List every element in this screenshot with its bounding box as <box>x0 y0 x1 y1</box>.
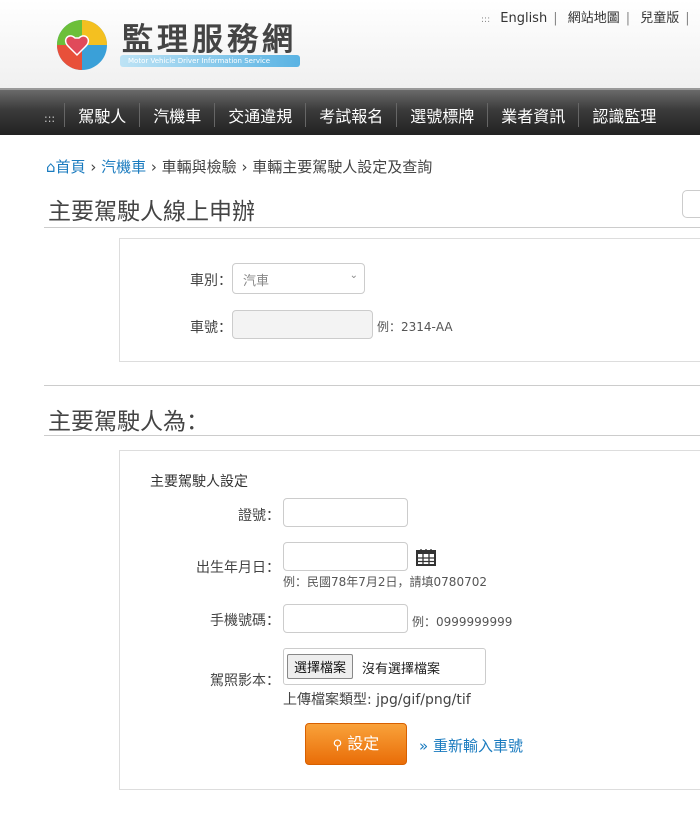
reenter-plate-link[interactable]: » 重新輸入車號 <box>419 735 523 756</box>
choose-file-button[interactable]: 選擇檔案 <box>287 654 354 679</box>
print-button[interactable] <box>682 190 700 218</box>
link-english[interactable]: English <box>500 11 547 26</box>
chevron-down-icon: ⌄ <box>349 270 358 281</box>
nav-item-vehicle[interactable]: 汽機車 <box>139 103 214 127</box>
breadcrumb-inspection: 車輛與檢驗 <box>161 158 237 176</box>
form-subtitle: 主要駕駛人設定 <box>150 474 248 490</box>
logo-text[interactable]: 監理服務網 <box>122 14 297 59</box>
divider <box>44 385 700 386</box>
file-hint: 上傳檔案類型: jpg/gif/png/tif <box>283 692 471 708</box>
dob-hint: 例：民國78年7月2日，請填0780702 <box>283 575 487 589</box>
page-title: 主要駕駛人線上申辦 <box>48 199 255 225</box>
phone-input[interactable] <box>283 604 408 633</box>
submit-label: 設定 <box>347 734 380 753</box>
vehicle-type-label: 車別： <box>190 273 232 289</box>
nav-item-exam[interactable]: 考試報名 <box>305 103 396 127</box>
search-icon: ⚲ <box>332 738 343 753</box>
vehicle-type-value: 汽車 <box>243 274 270 289</box>
submit-button[interactable]: ⚲ 設定 <box>305 723 407 765</box>
dob-label: 出生年月日： <box>196 560 280 576</box>
divider <box>44 435 700 436</box>
phone-label: 手機號碼： <box>210 613 280 629</box>
link-kids[interactable]: 兒童版 <box>640 11 679 26</box>
vehicle-form: 車別： 汽車 ⌄ 車號： 例：2314-AA <box>119 238 700 362</box>
breadcrumb-current: 車輛主要駕駛人設定及查詢 <box>252 158 433 176</box>
section-title: 主要駕駛人為： <box>48 409 209 435</box>
link-sitemap[interactable]: 網站地圖 <box>568 11 620 26</box>
file-input[interactable]: 選擇檔案 沒有選擇檔案 <box>283 648 486 685</box>
logo-subtitle: Motor Vehicle Driver Information Service <box>120 55 300 67</box>
phone-hint: 例：0999999999 <box>412 615 513 629</box>
nav-item-plates[interactable]: 選號標牌 <box>396 103 487 127</box>
main-nav: ::: 駕駛人 汽機車 交通違規 考試報名 選號標牌 業者資訊 認識監理 <box>0 88 700 135</box>
nav-item-about[interactable]: 認識監理 <box>578 103 669 127</box>
breadcrumb-vehicle[interactable]: 汽機車 <box>101 158 146 176</box>
calendar-icon[interactable] <box>416 548 436 566</box>
breadcrumb-home[interactable]: 首頁 <box>56 158 86 176</box>
nav-item-traffic[interactable]: 交通違規 <box>214 103 305 127</box>
plate-input[interactable] <box>232 310 373 339</box>
top-links: ::: English| 網站地圖| 兒童版| 行 <box>478 7 700 26</box>
nav-item-driver[interactable]: 駕駛人 <box>64 103 139 127</box>
id-label: 證號： <box>238 508 280 524</box>
plate-hint: 例：2314-AA <box>377 320 453 334</box>
nav-item-business[interactable]: 業者資訊 <box>487 103 578 127</box>
dob-input[interactable] <box>283 542 408 571</box>
file-status: 沒有選擇檔案 <box>362 662 441 677</box>
plate-label: 車號： <box>190 320 232 336</box>
nav-accesskey[interactable]: ::: <box>44 112 55 125</box>
id-input[interactable] <box>283 498 408 527</box>
vehicle-type-select[interactable]: 汽車 ⌄ <box>232 263 365 294</box>
breadcrumb: ⌂首頁 › 汽機車 › 車輛與檢驗 › 車輛主要駕駛人設定及查詢 <box>46 158 433 176</box>
divider <box>44 227 700 228</box>
site-header: 監理服務網 Motor Vehicle Driver Information S… <box>0 0 700 88</box>
home-icon[interactable]: ⌂ <box>46 158 56 176</box>
license-label: 駕照影本： <box>210 673 280 689</box>
driver-form: 主要駕駛人設定 證號： 出生年月日： 例：民國78年7月2日，請填0780702… <box>119 450 700 790</box>
logo-icon[interactable] <box>55 18 109 72</box>
